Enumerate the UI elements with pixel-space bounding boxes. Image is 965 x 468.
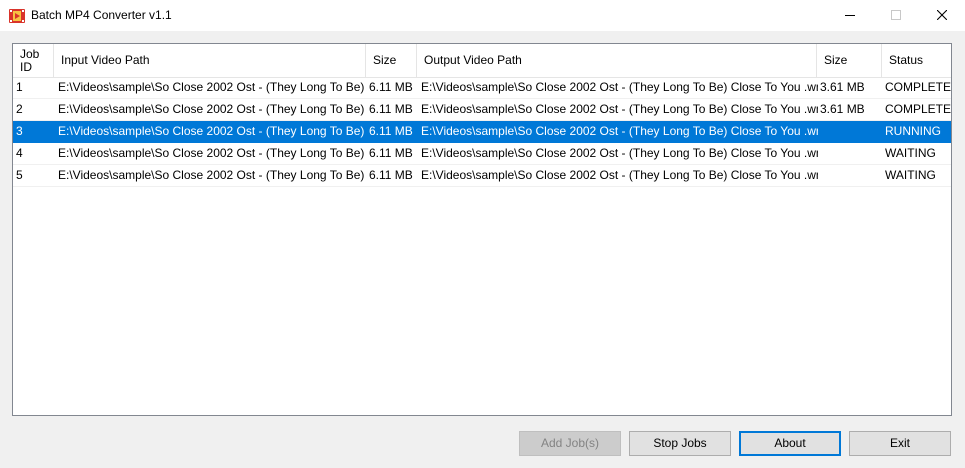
job-list[interactable]: Job ID Input Video Path Size Output Vide… bbox=[12, 43, 952, 416]
table-row[interactable]: 1 E:\Videos\sample\So Close 2002 Ost - (… bbox=[13, 77, 951, 99]
table-row[interactable]: 2 E:\Videos\sample\So Close 2002 Ost - (… bbox=[13, 99, 951, 121]
header-status[interactable]: Status bbox=[882, 44, 951, 77]
close-icon bbox=[937, 10, 947, 20]
minimize-button[interactable] bbox=[827, 0, 873, 31]
header-input-path[interactable]: Input Video Path bbox=[54, 44, 366, 77]
cell-input-path: E:\Videos\sample\So Close 2002 Ost - (Th… bbox=[58, 80, 367, 94]
cell-input-size: 6.11 MB bbox=[369, 146, 413, 160]
about-button[interactable]: About bbox=[739, 431, 841, 456]
cell-input-size: 6.11 MB bbox=[369, 124, 413, 138]
maximize-button[interactable] bbox=[873, 0, 919, 31]
cell-job-id: 3 bbox=[16, 124, 23, 138]
header-input-size[interactable]: Size bbox=[366, 44, 417, 77]
title-bar[interactable]: Batch MP4 Converter v1.1 bbox=[0, 0, 965, 32]
add-jobs-button[interactable]: Add Job(s) bbox=[519, 431, 621, 456]
minimize-icon bbox=[845, 15, 855, 16]
cell-output-path: E:\Videos\sample\So Close 2002 Ost - (Th… bbox=[421, 80, 818, 94]
cell-job-id: 2 bbox=[16, 102, 23, 116]
cell-output-path: E:\Videos\sample\So Close 2002 Ost - (Th… bbox=[421, 146, 818, 160]
cell-input-path: E:\Videos\sample\So Close 2002 Ost - (Th… bbox=[58, 102, 367, 116]
header-job-id[interactable]: Job ID bbox=[13, 44, 54, 77]
cell-status: WAITING bbox=[885, 168, 936, 182]
cell-output-size: 3.61 MB bbox=[820, 80, 865, 94]
cell-input-size: 6.11 MB bbox=[369, 102, 413, 116]
stop-jobs-button[interactable]: Stop Jobs bbox=[629, 431, 731, 456]
cell-input-path: E:\Videos\sample\So Close 2002 Ost - (Th… bbox=[58, 124, 367, 138]
table-row[interactable]: 4 E:\Videos\sample\So Close 2002 Ost - (… bbox=[13, 143, 951, 165]
cell-input-path: E:\Videos\sample\So Close 2002 Ost - (Th… bbox=[58, 146, 367, 160]
window-title: Batch MP4 Converter v1.1 bbox=[31, 8, 172, 22]
cell-output-path: E:\Videos\sample\So Close 2002 Ost - (Th… bbox=[421, 168, 818, 182]
cell-job-id: 1 bbox=[16, 80, 23, 94]
cell-job-id: 5 bbox=[16, 168, 23, 182]
table-row-selected[interactable]: 3 E:\Videos\sample\So Close 2002 Ost - (… bbox=[13, 121, 951, 143]
maximize-icon bbox=[891, 10, 901, 20]
cell-output-size bbox=[817, 143, 882, 165]
table-row[interactable]: 5 E:\Videos\sample\So Close 2002 Ost - (… bbox=[13, 165, 951, 187]
job-list-header: Job ID Input Video Path Size Output Vide… bbox=[13, 44, 951, 78]
cell-input-path: E:\Videos\sample\So Close 2002 Ost - (Th… bbox=[58, 168, 367, 182]
cell-input-size: 6.11 MB bbox=[369, 168, 413, 182]
video-film-icon bbox=[9, 8, 25, 24]
cell-output-size bbox=[817, 121, 882, 143]
cell-output-size: 3.61 MB bbox=[820, 102, 865, 116]
header-output-size[interactable]: Size bbox=[817, 44, 882, 77]
exit-button[interactable]: Exit bbox=[849, 431, 951, 456]
cell-output-path: E:\Videos\sample\So Close 2002 Ost - (Th… bbox=[421, 102, 818, 116]
cell-output-size bbox=[817, 165, 882, 187]
header-output-path[interactable]: Output Video Path bbox=[417, 44, 817, 77]
cell-status: WAITING bbox=[885, 146, 936, 160]
cell-status: COMPLETED bbox=[885, 80, 951, 94]
cell-job-id: 4 bbox=[16, 146, 23, 160]
cell-output-path: E:\Videos\sample\So Close 2002 Ost - (Th… bbox=[421, 124, 818, 138]
cell-input-size: 6.11 MB bbox=[369, 80, 413, 94]
close-button[interactable] bbox=[919, 0, 965, 31]
cell-status: RUNNING bbox=[885, 124, 941, 138]
cell-status: COMPLETED bbox=[885, 102, 951, 116]
